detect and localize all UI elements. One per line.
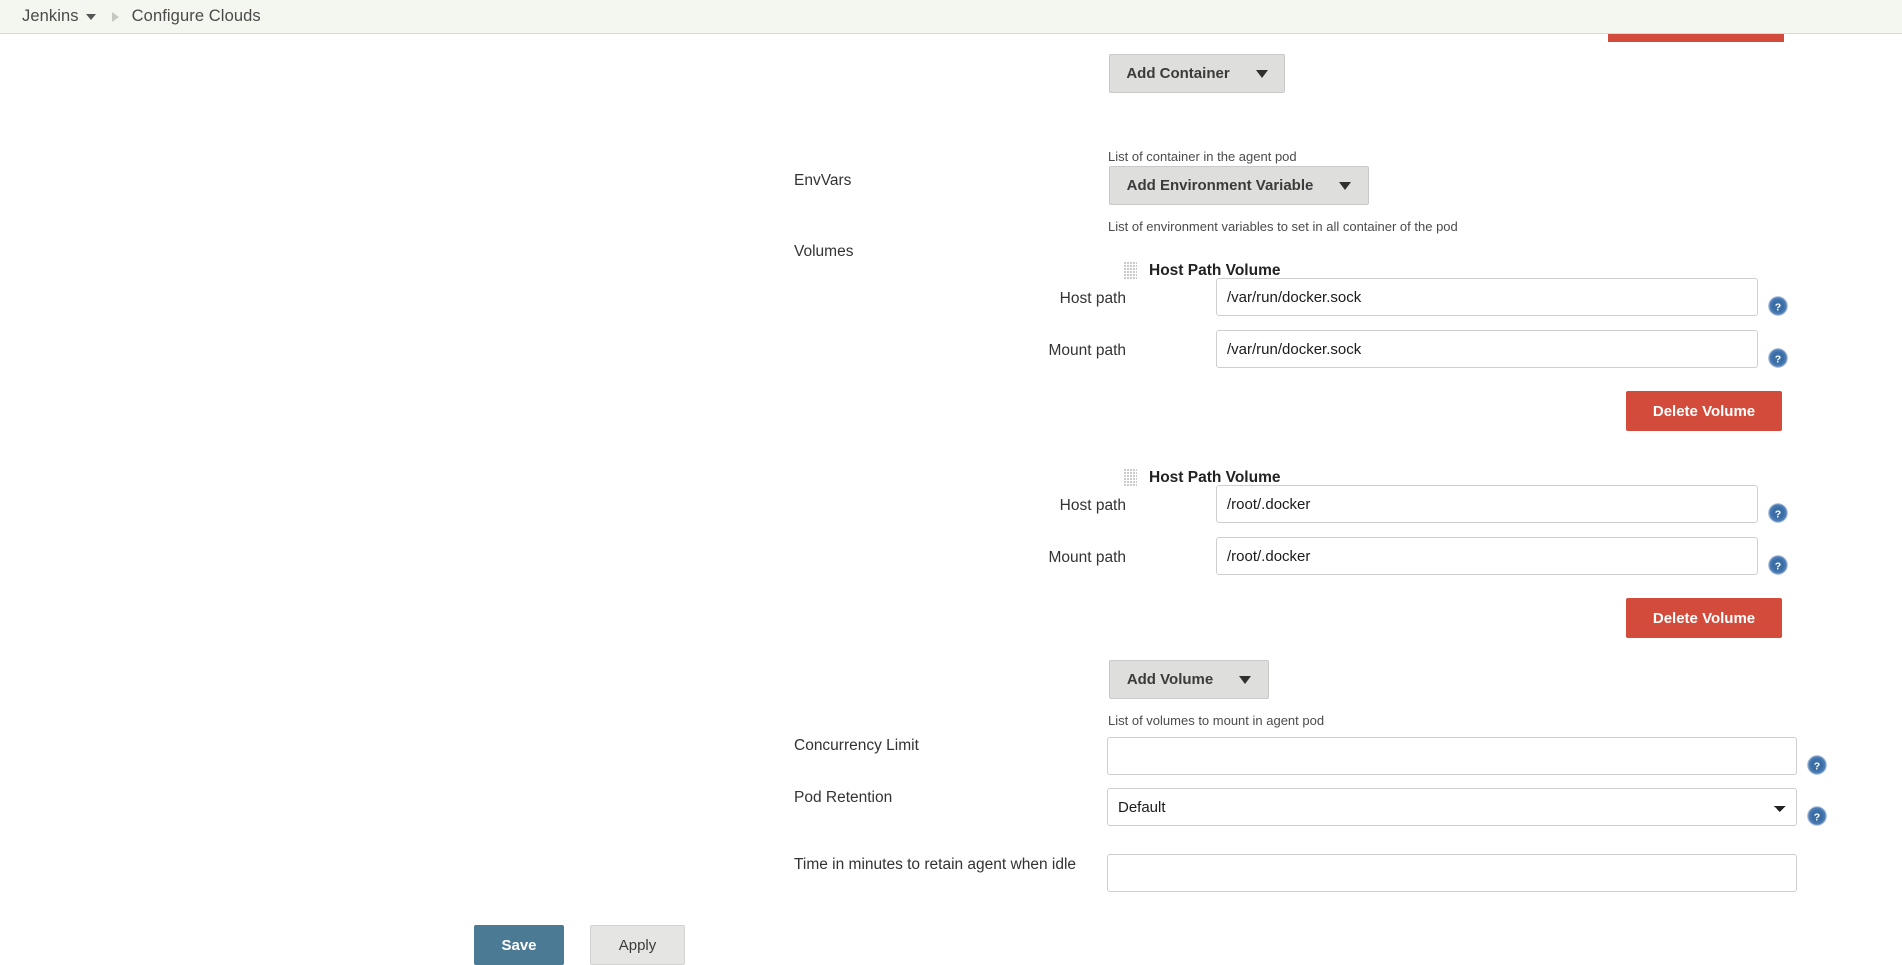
breadcrumb: Jenkins Configure Clouds [22,7,261,26]
svg-text:?: ? [1775,508,1781,520]
chevron-down-icon [1239,675,1252,684]
clipped-delete-button[interactable] [1608,34,1784,42]
save-button[interactable]: Save [474,925,564,965]
breadcrumb-item-jenkins[interactable]: Jenkins [22,7,79,26]
concurrency-limit-input[interactable] [1107,737,1797,775]
breadcrumb-item-configure-clouds[interactable]: Configure Clouds [132,7,261,26]
idle-retention-input[interactable] [1107,854,1797,892]
add-environment-variable-label: Add Environment Variable [1126,177,1314,194]
mount-path-label: Mount path [1048,342,1126,359]
help-icon[interactable]: ? [1768,296,1788,316]
delete-volume-button[interactable]: Delete Volume [1626,598,1782,638]
host-path-label: Host path [1059,290,1126,307]
save-label: Save [501,936,537,954]
help-icon[interactable]: ? [1768,555,1788,575]
apply-label: Apply [618,936,657,954]
idle-retention-label: Time in minutes to retain agent when idl… [794,856,1077,873]
delete-volume-label: Delete Volume [1652,402,1756,420]
chevron-down-icon [1255,69,1268,78]
containers-description: List of container in the agent pod [1108,149,1297,164]
add-container-button[interactable]: Add Container [1109,54,1285,93]
configure-clouds-form: Add Container List of container in the a… [0,34,1902,965]
drag-handle-icon[interactable] [1124,469,1137,486]
svg-text:?: ? [1814,760,1820,772]
envvars-description: List of environment variables to set in … [1108,219,1458,234]
svg-text:?: ? [1775,301,1781,313]
delete-volume-button[interactable]: Delete Volume [1626,391,1782,431]
help-icon[interactable]: ? [1768,503,1788,523]
breadcrumb-separator-icon [111,11,119,22]
help-icon[interactable]: ? [1768,348,1788,368]
add-volume-button[interactable]: Add Volume [1109,660,1269,699]
envvars-label: EnvVars [794,172,852,189]
svg-text:?: ? [1775,560,1781,572]
mount-path-label: Mount path [1048,549,1126,566]
pod-retention-select[interactable]: Default [1107,788,1797,826]
chevron-down-icon[interactable] [85,13,96,20]
mount-path-input[interactable] [1216,330,1758,368]
host-path-input[interactable] [1216,278,1758,316]
drag-handle-icon[interactable] [1124,262,1137,279]
host-path-input[interactable] [1216,485,1758,523]
add-environment-variable-button[interactable]: Add Environment Variable [1109,166,1369,205]
mount-path-input[interactable] [1216,537,1758,575]
delete-volume-label: Delete Volume [1652,609,1756,627]
svg-text:?: ? [1775,353,1781,365]
svg-text:?: ? [1814,811,1820,823]
host-path-label: Host path [1059,497,1126,514]
help-icon[interactable]: ? [1807,755,1827,775]
volumes-label: Volumes [794,243,854,260]
add-container-label: Add Container [1126,65,1230,82]
chevron-down-icon [1339,181,1352,190]
apply-button[interactable]: Apply [590,925,685,965]
pod-retention-label: Pod Retention [794,789,893,806]
concurrency-limit-label: Concurrency Limit [794,737,919,754]
add-volume-label: Add Volume [1126,671,1214,688]
breadcrumb-bar: Jenkins Configure Clouds [0,0,1902,34]
volumes-description: List of volumes to mount in agent pod [1108,713,1325,728]
help-icon[interactable]: ? [1807,806,1827,826]
